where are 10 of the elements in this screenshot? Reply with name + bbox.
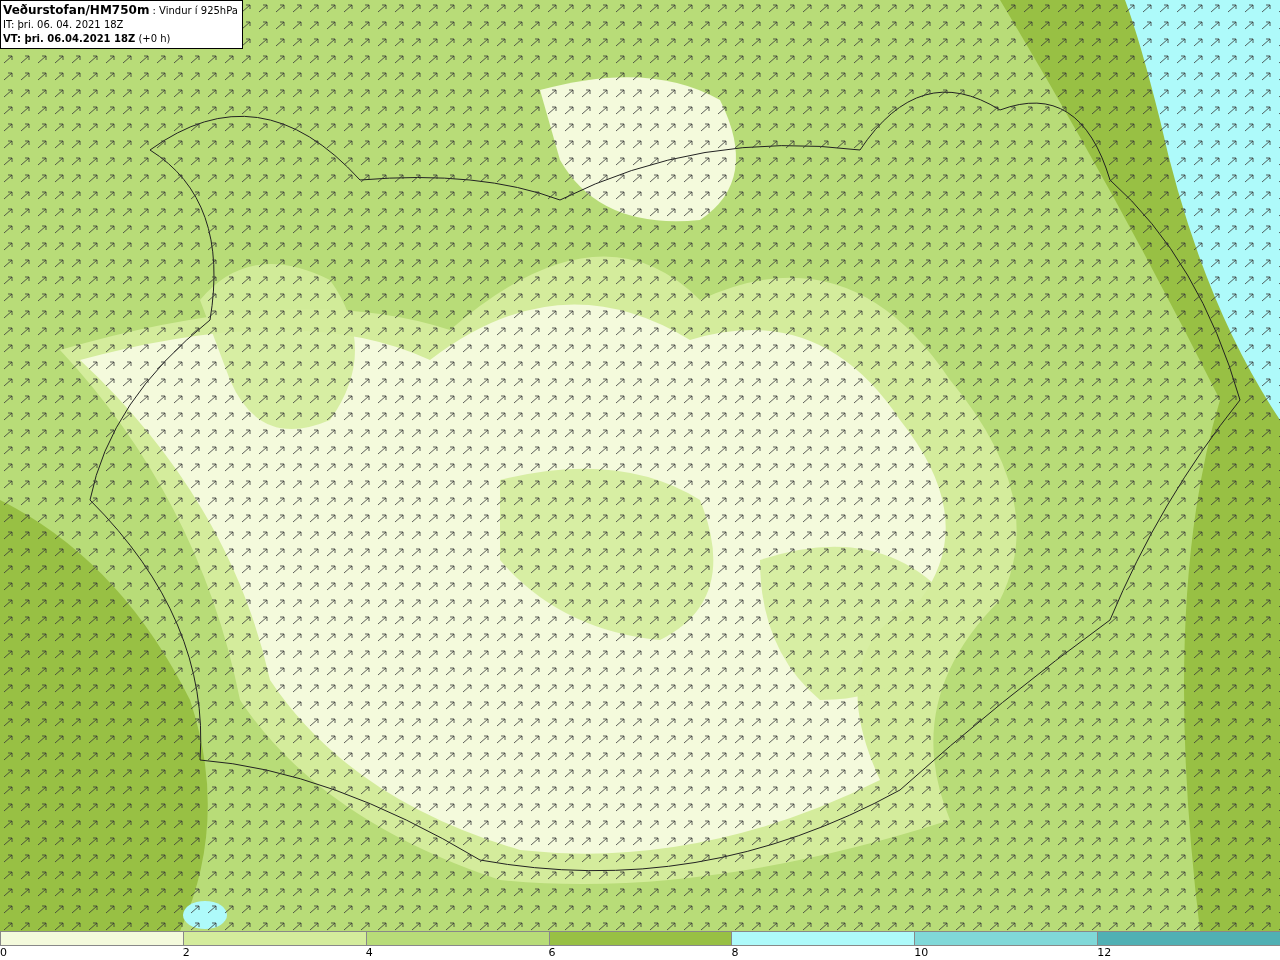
valid-time: VT: þri. 06.04.2021 18Z (+0 h) xyxy=(3,32,172,46)
legend-label: 10 xyxy=(914,946,929,960)
legend-label: 12 xyxy=(1097,946,1112,960)
legend-label: 2 xyxy=(182,946,190,960)
initial-time: IT: þri. 06. 04. 2021 18Z xyxy=(3,18,125,32)
legend-label: 4 xyxy=(365,946,373,960)
legend-label: 8 xyxy=(731,946,739,960)
map-title: Veðurstofan/HM750m : Vindur í 925hPa xyxy=(3,3,238,18)
legend-label: 6 xyxy=(548,946,556,960)
legend-label: 0 xyxy=(0,946,7,960)
